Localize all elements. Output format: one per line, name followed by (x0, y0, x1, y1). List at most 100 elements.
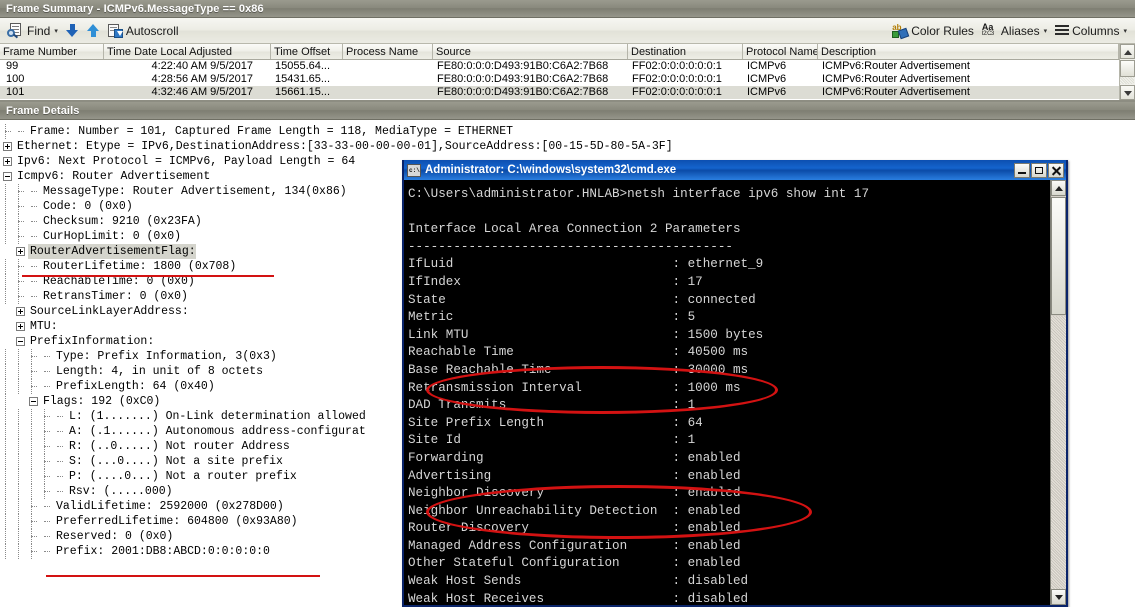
scroll-thumb[interactable] (1120, 60, 1135, 77)
cmd-scroll-down-button[interactable] (1051, 589, 1066, 605)
expand-icon[interactable] (2, 139, 15, 154)
grid-column-header[interactable]: Frame Number (0, 44, 104, 59)
aliases-button[interactable]: Aa I2:C3 Aliases ▾ (978, 20, 1051, 42)
tree-leaf-marker (41, 529, 54, 544)
tree-leaf-marker (54, 439, 67, 454)
tree-node-label: SourceLinkLayerAddress: (30, 305, 189, 318)
cmd-scroll-up-button[interactable] (1051, 180, 1066, 196)
tree-indent (2, 439, 15, 454)
tree-indent (15, 439, 28, 454)
tree-node-label: A: (.1......) Autonomous address-configu… (69, 425, 366, 438)
tree-node-label: PrefixLength: 64 (0x40) (56, 380, 215, 393)
arrow-up-icon (86, 23, 100, 38)
tree-node-label: PrefixInformation: (30, 335, 155, 348)
collapse-icon[interactable] (2, 169, 15, 184)
tree-indent (28, 364, 41, 379)
color-rules-button[interactable]: ab Color Rules (888, 20, 978, 42)
cmd-output-text[interactable]: C:\Users\administrator.HNLAB>netsh inter… (404, 180, 1050, 605)
cmd-scrollbar[interactable] (1050, 180, 1066, 605)
table-cell: ICMPv6 (747, 86, 787, 98)
grid-header-row[interactable]: Frame Number Time Date Local Adjusted Time… (0, 44, 1135, 60)
grid-column-header[interactable]: Process Name (343, 44, 433, 59)
table-cell: ICMPv6:Router Advertisement (822, 60, 970, 72)
collapse-icon[interactable] (28, 394, 41, 409)
tree-indent (41, 484, 54, 499)
tree-indent (2, 199, 15, 214)
grid-column-header[interactable]: Source (433, 44, 628, 59)
grid-column-header[interactable]: Time Date Local Adjusted (104, 44, 271, 59)
scroll-track[interactable] (1120, 77, 1134, 84)
tree-indent (15, 184, 28, 199)
columns-button[interactable]: Columns ▾ (1051, 20, 1131, 42)
cmd-title-bar[interactable]: Administrator: C:\windows\system32\cmd.e… (404, 160, 1066, 180)
table-row[interactable]: 100 4:28:56 AM 9/5/2017 15431.65... FE80:0:… (0, 73, 1135, 86)
tree-node-label: Length: 4, in unit of 8 octets (56, 365, 264, 378)
expand-icon[interactable] (15, 319, 28, 334)
tree-leaf-marker (54, 454, 67, 469)
expand-icon[interactable] (15, 244, 28, 259)
frame-summary-pane-title: Frame Summary - ICMPv6.MessageType == 0x… (0, 0, 1135, 18)
tree-indent (15, 529, 28, 544)
table-row[interactable]: 99 4:22:40 AM 9/5/2017 15055.64... FE80:0:0… (0, 60, 1135, 73)
cmd-scroll-track[interactable] (1051, 316, 1066, 589)
tree-indent (2, 349, 15, 364)
minimize-button[interactable] (1014, 162, 1030, 178)
scroll-up-button[interactable] (1120, 44, 1135, 59)
tree-node-label: RouterLifetime: 1800 (0x708) (43, 260, 237, 273)
tree-indent (28, 544, 41, 559)
tree-indent (2, 529, 15, 544)
grid-column-header[interactable]: Destination (628, 44, 743, 59)
close-button[interactable] (1048, 162, 1064, 178)
tree-indent (15, 499, 28, 514)
grid-body[interactable]: 99 4:22:40 AM 9/5/2017 15055.64... FE80:0:0… (0, 60, 1135, 99)
tree-node[interactable]: Frame: Number = 101, Captured Frame Leng… (2, 124, 1135, 139)
tree-indent (2, 229, 15, 244)
expand-icon[interactable] (15, 304, 28, 319)
table-row[interactable]: 101 4:32:46 AM 9/5/2017 15661.15... FE80:0:… (0, 86, 1135, 99)
tree-indent (15, 484, 28, 499)
tree-node[interactable]: Ethernet: Etype = IPv6,DestinationAddres… (2, 139, 1135, 154)
tree-indent (15, 424, 28, 439)
grid-column-header[interactable]: Protocol Name (743, 44, 818, 59)
frame-summary-grid[interactable]: Frame Number Time Date Local Adjusted Time… (0, 44, 1135, 102)
tree-indent (2, 499, 15, 514)
tree-indent (15, 214, 28, 229)
grid-column-header[interactable]: Description (818, 44, 1119, 59)
find-label: Find (27, 23, 51, 38)
tree-indent (41, 454, 54, 469)
cmd-scroll-thumb[interactable] (1051, 197, 1066, 315)
table-cell: ICMPv6 (747, 73, 787, 85)
grid-column-header[interactable]: Time Offset (271, 44, 343, 59)
find-previous-button[interactable] (83, 20, 104, 42)
tree-leaf-marker (41, 349, 54, 364)
tree-node-label: Reserved: 0 (0x0) (56, 530, 174, 543)
tree-node-label: Prefix: 2001:DB8:ABCD:0:0:0:0:0 (56, 545, 270, 558)
tree-indent (28, 379, 41, 394)
find-button[interactable]: Find ▾ (4, 20, 62, 42)
table-cell: 15431.65... (275, 73, 331, 85)
maximize-button[interactable] (1031, 162, 1047, 178)
tree-leaf-marker (28, 184, 41, 199)
table-cell: FF02:0:0:0:0:0:0:1 (632, 73, 722, 85)
find-next-button[interactable] (62, 20, 83, 42)
frame-summary-scrollbar[interactable] (1119, 44, 1135, 100)
tree-indent (41, 424, 54, 439)
collapse-icon[interactable] (15, 334, 28, 349)
table-cell: FF02:0:0:0:0:0:0:1 (632, 86, 722, 98)
tree-indent (2, 124, 15, 139)
tree-indent (28, 439, 41, 454)
table-cell: FE80:0:0:0:D493:91B0:C6A2:7B68 (437, 60, 609, 72)
tree-indent (2, 424, 15, 439)
tree-leaf-marker (28, 289, 41, 304)
table-cell: 100 (6, 73, 25, 85)
expand-icon[interactable] (2, 154, 15, 169)
scroll-down-button[interactable] (1120, 85, 1135, 100)
tree-indent (15, 454, 28, 469)
autoscroll-button[interactable]: Autoscroll (104, 20, 183, 42)
table-cell: 99 (6, 60, 19, 72)
cmd-window[interactable]: Administrator: C:\windows\system32\cmd.e… (402, 160, 1068, 607)
table-cell (343, 73, 433, 86)
cmd-body[interactable]: C:\Users\administrator.HNLAB>netsh inter… (404, 180, 1066, 605)
